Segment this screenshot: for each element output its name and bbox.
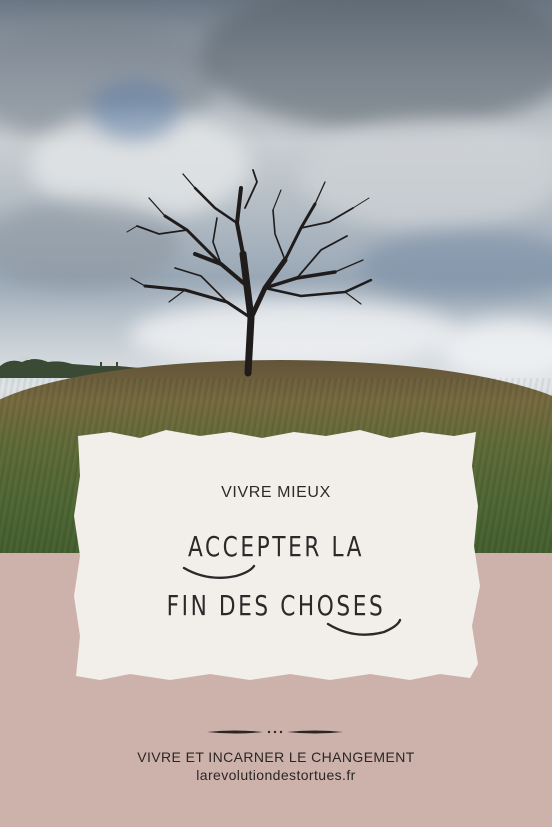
title-card: VIVRE MIEUX ACCEPTER LA FIN DES CHOSES [76,436,476,676]
cloud [200,0,552,130]
cloud [360,230,552,300]
category-label: VIVRE MIEUX [221,484,331,501]
ornamental-divider-icon [207,730,343,734]
title-line-1: ACCEPTER LA [187,530,365,563]
website-link[interactable]: larevolutiondestortues.fr [0,767,552,783]
title-swash-2 [326,618,402,636]
bare-tree [126,169,373,377]
cloud [90,80,180,140]
title-swash-1 [182,564,256,579]
footer-tagline: VIVRE ET INCARNER LE CHANGEMENT [137,749,415,765]
